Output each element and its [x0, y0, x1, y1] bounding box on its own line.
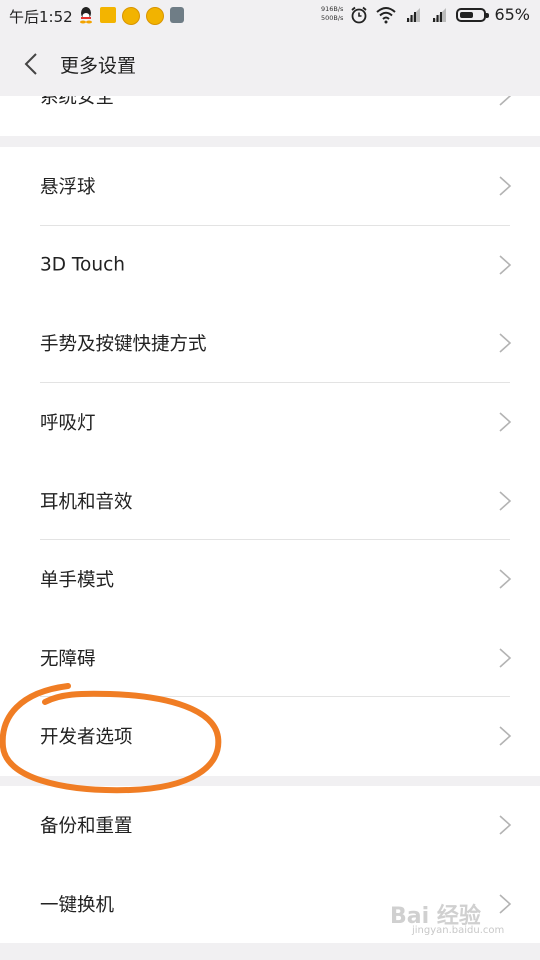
network-speed: 916B/s 500B/s: [321, 5, 343, 23]
list-item-system-security[interactable]: 系统安全: [0, 96, 540, 136]
list-item-breathing-light[interactable]: 呼吸灯: [0, 383, 540, 462]
chevron-right-icon: [499, 412, 512, 432]
settings-group: 悬浮球 3D Touch 手势及按键快捷方式 呼吸灯 耳机和音效 单手模式 无障…: [0, 147, 540, 776]
chevron-right-icon: [499, 726, 512, 747]
status-icons-right: 65%: [350, 5, 530, 24]
list-item-label: 悬浮球: [40, 177, 96, 199]
wifi-icon: [376, 6, 397, 23]
list-item-backup-reset[interactable]: 备份和重置: [0, 786, 540, 865]
battery-fill: [460, 11, 474, 18]
notes-icon: [170, 7, 184, 23]
list-item-gesture-shortcuts[interactable]: 手势及按键快捷方式: [0, 304, 540, 383]
chevron-right-icon: [499, 815, 512, 835]
list-item-label: 一键换机: [40, 894, 115, 916]
list-item-label: 耳机和音效: [40, 491, 133, 513]
watermark-url: jingyan.baidu.com: [412, 925, 505, 936]
settings-group: 系统安全: [0, 96, 540, 136]
net-up-speed: 916B/s: [321, 5, 344, 13]
settings-list[interactable]: 系统安全 悬浮球 3D Touch 手势及按键快捷方式 呼吸灯 耳机和音效 单手…: [0, 96, 540, 960]
chevron-right-icon: [499, 491, 512, 511]
weibo-icon: [122, 7, 140, 25]
back-arrow-icon[interactable]: [14, 46, 50, 82]
flag-icon: [100, 7, 116, 23]
chevron-right-icon: [499, 569, 512, 589]
chevron-right-icon: [499, 894, 512, 914]
page-title: 更多设置: [60, 55, 137, 77]
list-item-developer-options[interactable]: 开发者选项: [0, 697, 540, 776]
list-item-label: 单手模式: [40, 570, 115, 592]
list-item-label: 开发者选项: [40, 727, 133, 749]
list-item-label: 无障碍: [40, 648, 96, 670]
qq-icon: [80, 7, 92, 24]
battery-icon: [456, 7, 490, 22]
chevron-right-icon: [499, 648, 512, 668]
battery-percent: 65%: [494, 5, 530, 24]
weibo-icon: [146, 7, 164, 25]
list-item-label: 系统安全: [40, 96, 115, 109]
status-bar: 午后1:52 916B/s 500B/s 65%: [0, 0, 540, 32]
list-item-label: 手势及按键快捷方式: [40, 334, 207, 356]
list-item-3d-touch[interactable]: 3D Touch: [0, 226, 540, 305]
chevron-right-icon: [499, 333, 512, 354]
notification-icons: [78, 6, 184, 25]
clock: 午后1:52: [9, 8, 73, 26]
list-item-label: 呼吸灯: [40, 413, 96, 435]
list-item-floating-ball[interactable]: 悬浮球: [0, 147, 540, 226]
signal-icon: [406, 7, 421, 22]
list-item-accessibility[interactable]: 无障碍: [0, 619, 540, 698]
baidu-watermark: Bai 经验 jingyan.baidu.com: [390, 898, 504, 936]
list-item-one-handed-mode[interactable]: 单手模式: [0, 540, 540, 619]
chevron-right-icon: [499, 255, 512, 275]
list-item-headphones-audio[interactable]: 耳机和音效: [0, 461, 540, 540]
chevron-right-icon: [499, 96, 512, 106]
alarm-icon: [351, 6, 368, 23]
chevron-right-icon: [499, 176, 512, 196]
signal-icon: [432, 7, 447, 22]
list-item-label: 备份和重置: [40, 816, 133, 838]
title-bar: 更多设置: [0, 32, 540, 96]
net-down-speed: 500B/s: [321, 14, 344, 22]
list-item-label: 3D Touch: [40, 254, 125, 276]
